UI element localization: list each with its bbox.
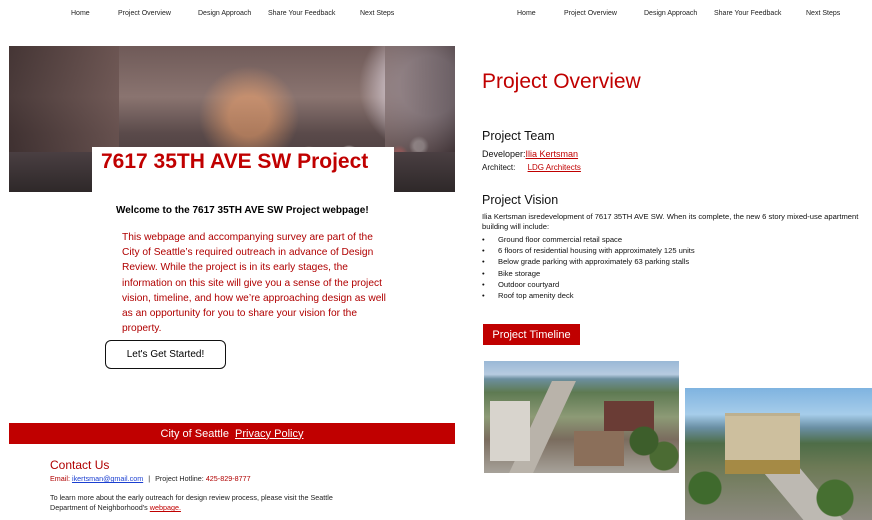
email-link[interactable]: ikertsman@gmail.com [72,474,143,483]
project-overview-title: Project Overview [482,70,641,93]
privacy-policy-link[interactable]: Privacy Policy [235,428,303,440]
footer-city: City of Seattle [160,427,229,440]
learn-more-body: To learn more about the early outreach f… [50,493,333,512]
photo-trees [624,421,679,471]
nav-next-steps[interactable]: Next Steps [360,10,394,17]
hero-building-right [385,46,455,156]
architect-label: Architect: [482,163,516,172]
architect-link[interactable]: LDG Architects [528,163,581,172]
developer-label: Developer: [482,149,526,159]
intro-paragraph: This webpage and accompanying survey are… [122,232,386,335]
nav-home-right[interactable]: Home [517,10,536,17]
photo-building [574,431,624,466]
nav-design-approach-right[interactable]: Design Approach [644,10,697,17]
architect-line: Architect: LDG Architects [482,163,581,172]
photo-trees [685,448,872,520]
list-item: • Ground floor commercial retail space [482,235,623,244]
project-vision-heading: Project Vision [482,193,559,207]
list-item: • 6 floors of residential housing with ap… [482,246,695,256]
nav-share-feedback[interactable]: Share Your Feedback [268,10,335,17]
nav-project-overview[interactable]: Project Overview [118,10,171,17]
son-webpage-link[interactable]: webpage. [150,503,181,512]
contact-line: Email: ikertsman@gmail.com | Project Hot… [50,474,251,483]
contact-title: Contact Us [50,458,110,472]
project-timeline-button[interactable]: Project Timeline [483,324,580,345]
hotline-number: 425-829-8777 [205,474,251,483]
developer-link[interactable]: Ilia Kertsman [526,149,579,159]
footer-bar: City of Seattle Privacy Policy [9,423,455,444]
nav-project-overview-right[interactable]: Project Overview [564,10,617,17]
email-label: Email: [50,474,70,483]
developer-line: Developer:Ilia Kertsman [482,149,578,159]
aerial-photo-site [484,361,679,473]
list-item: • Outdoor courtyard [482,279,560,289]
list-item: • Bike storage [482,268,541,278]
nav-share-feedback-right[interactable]: Share Your Feedback [714,10,781,17]
nav-next-steps-right[interactable]: Next Steps [806,10,840,17]
hotline-label: Project Hotline: [155,474,204,483]
get-started-button[interactable]: Let's Get Started! [105,340,226,369]
project-team-heading: Project Team [482,129,555,143]
nav-home[interactable]: Home [71,10,90,17]
nav-design-approach[interactable]: Design Approach [198,10,251,17]
list-item: • Roof top amenity deck [482,290,574,300]
project-vision-description: Ilia Kertsman isredevelopment of 7617 35… [482,212,859,232]
vision-bullet-list: • Ground floor commercial retail space • 6… [482,235,695,302]
welcome-heading: Welcome to the 7617 35TH AVE SW Project … [116,205,369,216]
contact-separator: | [148,474,151,483]
hero-title: 7617 35TH AVE SW Project [101,150,369,173]
list-item: • Below grade parking with approximately … [482,257,690,267]
photo-building [490,401,530,461]
learn-more-text: To learn more about the early outreach f… [50,493,350,513]
aerial-photo-rendering [685,388,872,520]
